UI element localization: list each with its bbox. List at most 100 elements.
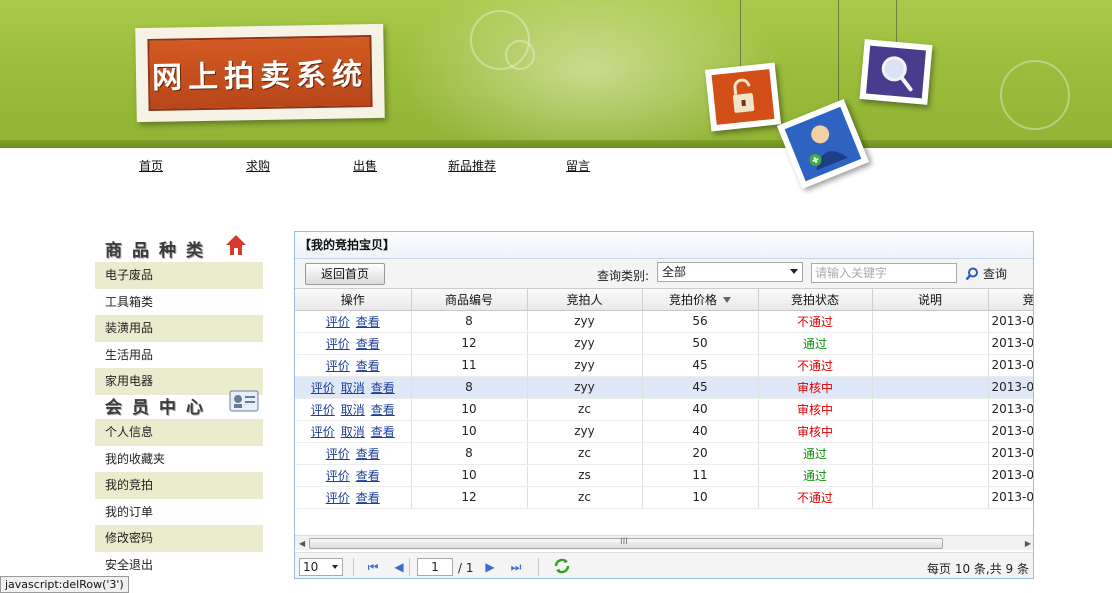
scroll-right-icon[interactable]: ▶ [1025,539,1031,548]
row-action-link[interactable]: 评价 [311,425,335,439]
id-card-icon [229,390,259,412]
row-action-link[interactable]: 评价 [311,381,335,395]
main-nav: 首页 求购 出售 新品推荐 留言 [95,148,795,188]
sidebar-member-item-3[interactable]: 我的订单 [95,499,263,526]
table-row[interactable]: 评价查看8zc20通过2013-04 [295,442,1033,465]
nav-wanted[interactable]: 求购 [246,157,270,174]
last-page-icon[interactable]: ⏭ [508,558,524,576]
banner-swirl-decoration [1000,60,1070,130]
note-cell [872,486,989,509]
row-action-link[interactable]: 取消 [341,403,365,417]
next-page-icon[interactable]: ▶ [482,558,498,576]
site-logo: 网上拍卖系统 [135,23,385,123]
table-row[interactable]: 评价查看8zyy56不通过2013-03 [295,310,1033,333]
note-cell [872,354,989,377]
nav-new-products[interactable]: 新品推荐 [448,157,496,174]
scrollbar-thumb[interactable]: III [309,537,943,549]
row-action-link[interactable]: 查看 [356,359,380,373]
row-actions-cell: 评价 取消 查看 [295,376,412,399]
row-action-link[interactable]: 查看 [371,403,395,417]
hanging-string [740,0,741,70]
member-title: 会员中心 [105,397,213,418]
row-action-link[interactable]: 查看 [356,315,380,329]
sidebar-member-item-0[interactable]: 个人信息 [95,418,263,446]
col-header-actions[interactable]: 操作 [295,289,412,311]
row-actions-cell: 评价 查看 [295,442,412,465]
status-cell: 不通过 [758,354,873,377]
row-action-link[interactable]: 查看 [356,469,380,483]
bidder-cell: zs [527,464,643,487]
table-row[interactable]: 评价查看12zc10不通过2013-04 [295,486,1033,509]
nav-sell[interactable]: 出售 [353,157,377,174]
product-id-cell: 8 [411,442,528,465]
row-action-link[interactable]: 查看 [356,491,380,505]
row-action-link[interactable]: 取消 [341,425,365,439]
refresh-icon[interactable] [553,557,571,575]
product-id-cell: 10 [411,420,528,443]
sidebar-member-item-5[interactable]: 安全退出 [95,552,263,579]
bidder-cell: zc [527,442,643,465]
sidebar-member-item-1[interactable]: 我的收藏夹 [95,446,263,473]
status-cell: 审核中 [758,398,873,421]
row-actions-cell: 评价 查看 [295,354,412,377]
note-cell [872,398,989,421]
sidebar-member-item-2[interactable]: 我的竞拍 [95,472,263,499]
row-action-link[interactable]: 取消 [341,381,365,395]
table-row[interactable]: 评价查看11zyy45不通过2013-03 [295,354,1033,377]
nav-message[interactable]: 留言 [566,157,590,174]
table-row[interactable]: 评价取消查看10zyy40审核中2013-03 [295,420,1033,443]
sidebar-category-item-1[interactable]: 工具箱类 [95,289,263,316]
search-photo-icon [859,39,933,105]
horizontal-scrollbar[interactable]: ◀ III ▶ [295,535,1033,550]
keyword-search-input[interactable] [811,263,957,283]
table-row[interactable]: 评价查看12zyy50通过2013-03 [295,332,1033,355]
col-header-status[interactable]: 竞拍状态 [758,289,873,311]
product-id-cell: 8 [411,376,528,399]
row-action-link[interactable]: 查看 [356,337,380,351]
first-page-icon[interactable]: ⏮ [365,558,381,576]
bid-time-cell: 2013-04 [988,464,1033,487]
hanging-string [896,0,897,46]
query-button-label: 查询 [983,267,1008,281]
row-action-link[interactable]: 评价 [311,403,335,417]
col-header-bid-time[interactable]: 竞 [988,289,1033,311]
bidder-cell: zyy [527,354,643,377]
table-row[interactable]: 评价取消查看10zc40审核中2013-04 [295,398,1033,421]
col-header-price[interactable]: 竞拍价格 [642,289,759,311]
bidder-cell: zyy [527,420,643,443]
current-page-input[interactable]: 1 [417,558,453,576]
row-action-link[interactable]: 查看 [371,425,395,439]
sidebar-category-item-3[interactable]: 生活用品 [95,342,263,369]
query-category-select[interactable]: 全部 [657,262,803,282]
sidebar-category-item-0[interactable]: 电子废品 [95,262,263,289]
row-action-link[interactable]: 评价 [326,469,350,483]
col-header-bidder[interactable]: 竞拍人 [527,289,643,311]
prev-page-icon[interactable]: ◀ [391,558,407,576]
chevron-down-icon [332,565,338,569]
search-icon [965,267,978,280]
category-header: 商品种类 [95,228,263,262]
table-row[interactable]: 评价取消查看8zyy45审核中2013-04 [295,376,1033,399]
sidebar-category-item-2[interactable]: 装潢用品 [95,315,263,342]
col-header-product-id[interactable]: 商品编号 [411,289,528,311]
row-action-link[interactable]: 评价 [326,491,350,505]
row-action-link[interactable]: 查看 [371,381,395,395]
sidebar-member-item-4[interactable]: 修改密码 [95,525,263,552]
query-button[interactable]: 查询 [965,265,1007,282]
nav-home[interactable]: 首页 [139,157,163,174]
product-id-cell: 11 [411,354,528,377]
table-header-row: 操作 商品编号 竞拍人 竞拍价格 竞拍状态 说明 竞 [295,289,1033,311]
page-size-select[interactable]: 10 [299,558,343,576]
row-action-link[interactable]: 评价 [326,447,350,461]
table-row[interactable]: 评价查看10zs11通过2013-04 [295,464,1033,487]
row-action-link[interactable]: 评价 [326,315,350,329]
bid-time-cell: 2013-04 [988,442,1033,465]
row-action-link[interactable]: 查看 [356,447,380,461]
col-header-note[interactable]: 说明 [872,289,989,311]
back-home-button[interactable]: 返回首页 [305,263,385,285]
row-action-link[interactable]: 评价 [326,337,350,351]
scroll-left-icon[interactable]: ◀ [299,539,305,548]
row-action-link[interactable]: 评价 [326,359,350,373]
row-actions-cell: 评价 取消 查看 [295,420,412,443]
query-category-value: 全部 [662,265,687,279]
